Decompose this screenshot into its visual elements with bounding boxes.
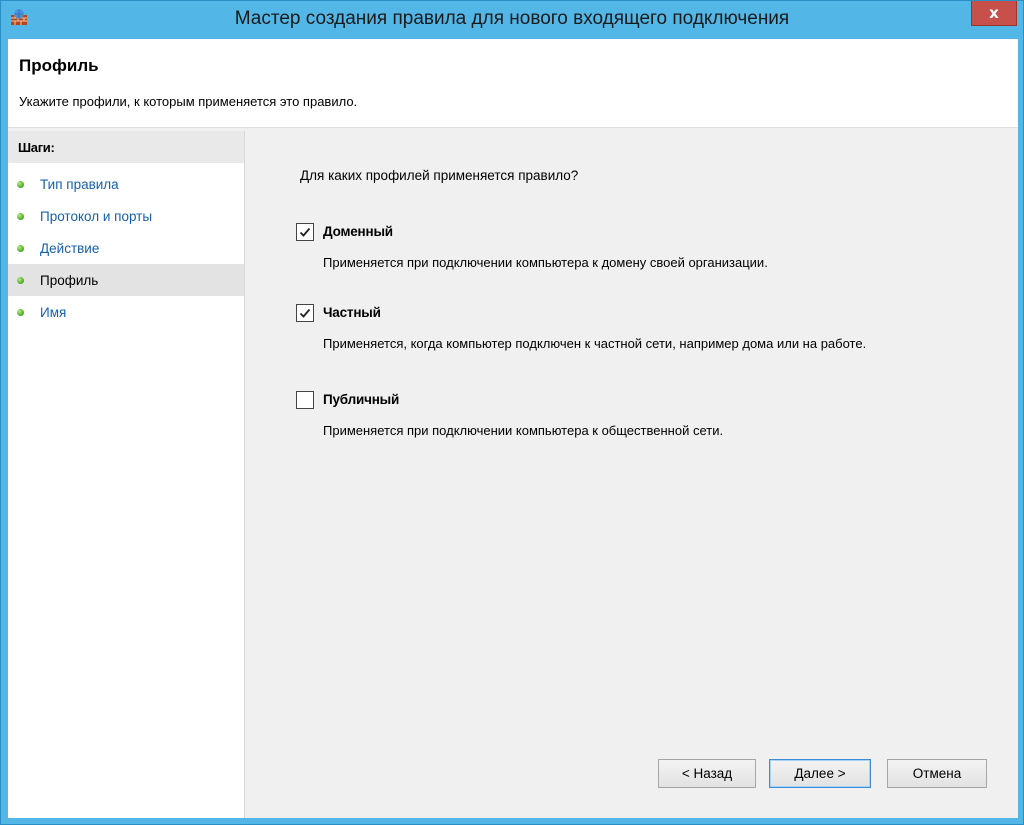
next-button[interactable]: Далее > [769, 759, 871, 788]
back-button[interactable]: < Назад [658, 759, 756, 788]
checkmark-icon [299, 308, 311, 318]
step-action[interactable]: Действие [8, 232, 244, 264]
domain-checkbox[interactable] [296, 223, 314, 241]
step-status-dot-icon [17, 180, 24, 188]
step-label: Профиль [40, 272, 99, 288]
wizard-client: Профиль Укажите профили, к которым приме… [8, 39, 1018, 818]
private-checkbox[interactable] [296, 304, 314, 322]
step-status-dot-icon [17, 212, 24, 220]
step-label: Имя [40, 304, 67, 320]
page-header: Профиль Укажите профили, к которым приме… [8, 39, 1018, 128]
public-description: Применяется при подключении компьютера к… [323, 423, 724, 438]
cancel-button[interactable]: Отмена [887, 759, 987, 788]
step-protocol-ports[interactable]: Протокол и порты [8, 200, 244, 232]
wizard-window: Мастер создания правила для нового входя… [0, 0, 1024, 825]
page-title: Профиль [19, 56, 99, 75]
domain-description: Применяется при подключении компьютера к… [323, 255, 768, 270]
step-label: Протокол и порты [40, 208, 153, 224]
step-name[interactable]: Имя [8, 296, 244, 328]
step-label: Тип правила [40, 176, 119, 192]
step-profile: Профиль [8, 264, 244, 296]
private-label[interactable]: Частный [323, 305, 381, 320]
window-title: Мастер создания правила для нового входя… [234, 8, 790, 29]
page-subtitle: Укажите профили, к которым применяется э… [19, 94, 358, 109]
close-icon: x [989, 4, 999, 22]
step-rule-type[interactable]: Тип правила [8, 168, 244, 200]
steps-title: Шаги: [8, 131, 244, 163]
private-description: Применяется, когда компьютер подключен к… [323, 336, 867, 351]
title-bar: Мастер создания правила для нового входя… [1, 1, 1023, 39]
step-status-dot-icon [17, 244, 24, 252]
main-panel: Для каких профилей применяется правило? … [247, 131, 1018, 818]
public-checkbox[interactable] [296, 391, 314, 409]
checkmark-icon [299, 227, 311, 237]
profile-question: Для каких профилей применяется правило? [300, 168, 579, 183]
step-status-dot-icon [17, 276, 24, 284]
domain-label[interactable]: Доменный [323, 224, 393, 239]
steps-panel: Шаги: Тип правила Протокол и порты Дейст… [8, 131, 245, 818]
step-label: Действие [40, 240, 100, 256]
close-button[interactable]: x [971, 1, 1017, 26]
public-label[interactable]: Публичный [323, 392, 399, 407]
step-status-dot-icon [17, 308, 24, 316]
